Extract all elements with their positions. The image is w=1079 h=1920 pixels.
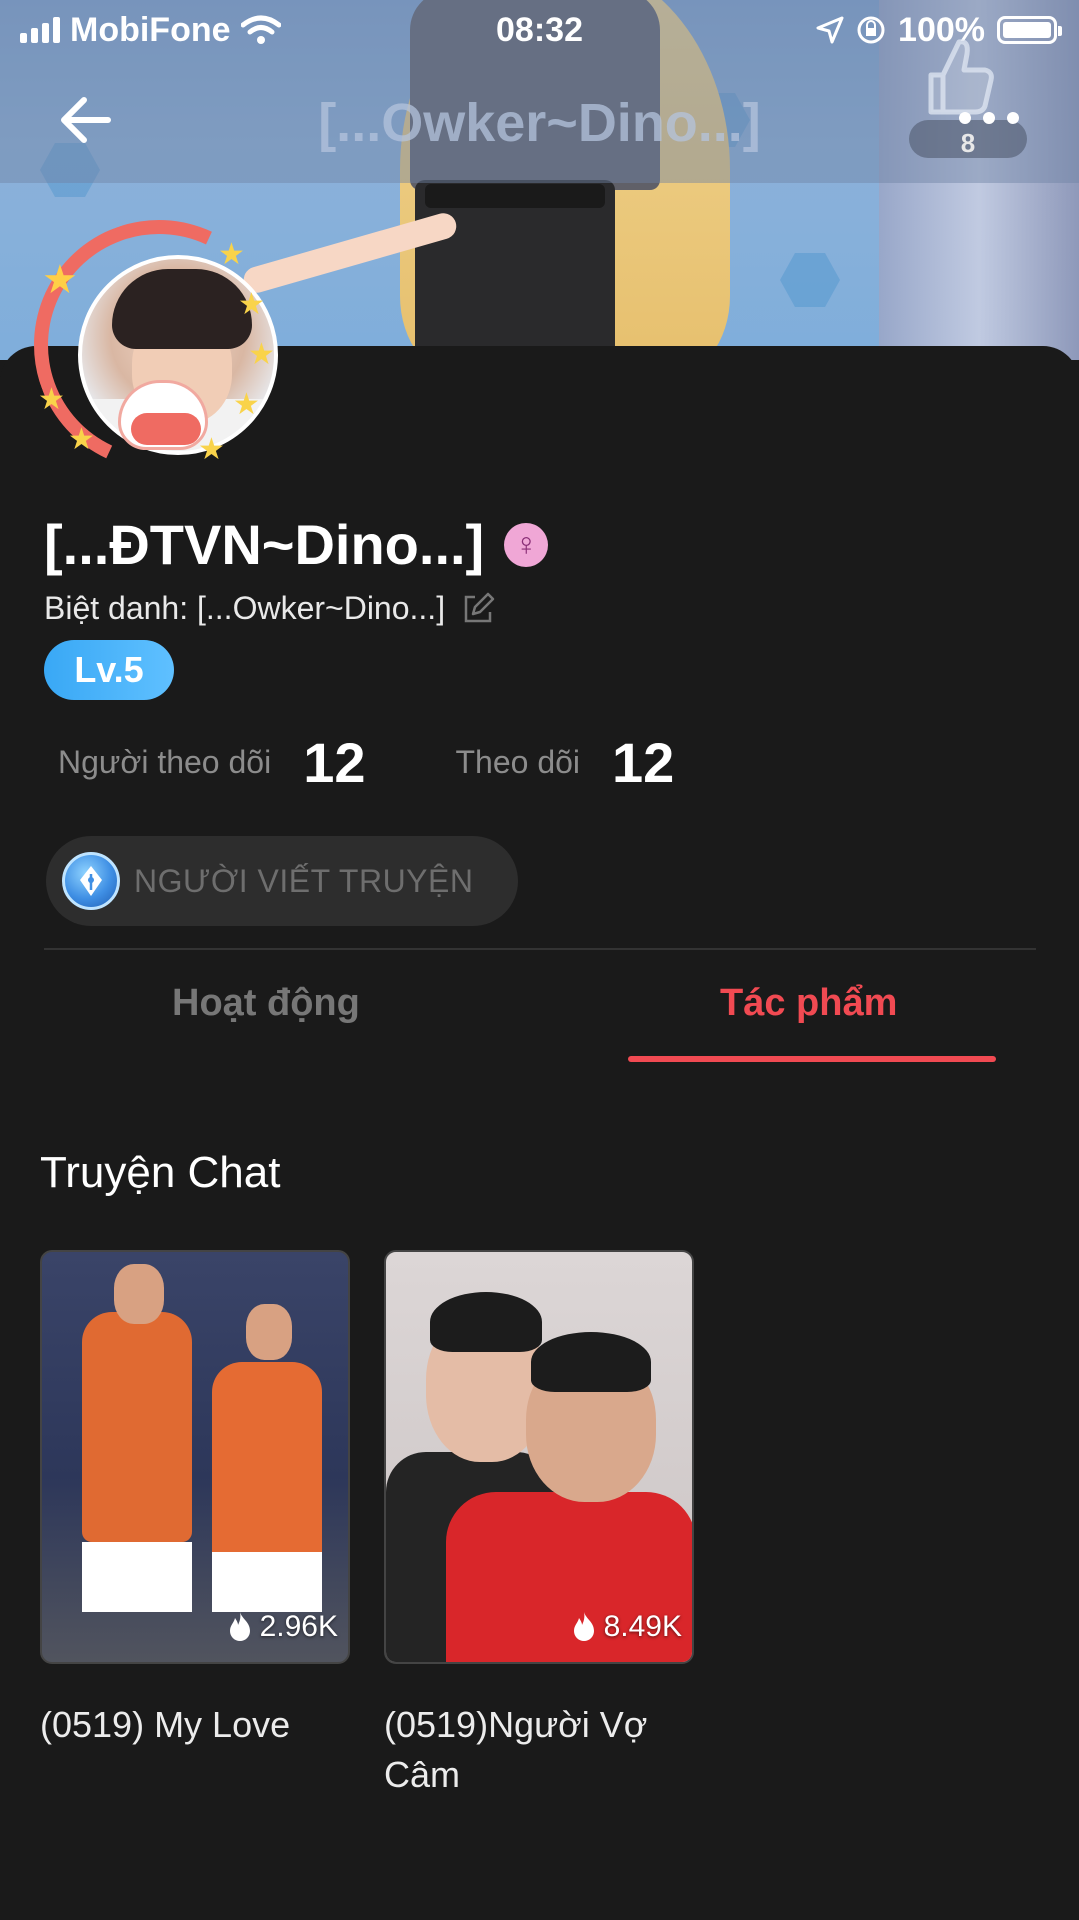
level-badge: Lv.5	[44, 640, 174, 700]
active-tab-indicator	[628, 1056, 996, 1062]
view-count-text: 8.49K	[603, 1610, 682, 1643]
star-icon: ★	[42, 258, 78, 302]
profile-tabs: Hoạt động Tác phẩm	[0, 950, 1079, 1065]
story-title: (0519) My Love	[40, 1704, 291, 1745]
writer-badge[interactable]: NGƯỜI VIẾT TRUYỆN	[46, 836, 518, 926]
profile-name: [...ĐTVN~Dino...] ♀	[44, 512, 549, 577]
profile-page: MobiFone 08:32 100% [...Owker~Dino...] 8…	[0, 0, 1079, 1920]
location-arrow-icon	[816, 16, 844, 44]
star-icon: ★	[218, 238, 245, 271]
signal-icon	[20, 17, 60, 43]
pen-nib-icon	[62, 852, 120, 910]
like-count-badge[interactable]: 8	[909, 120, 1027, 158]
following-stat[interactable]: Theo dõi 12	[455, 730, 674, 795]
star-icon: ★	[198, 433, 225, 466]
view-count-text: 2.96K	[259, 1610, 338, 1643]
star-icon: ★	[238, 288, 265, 321]
female-symbol-icon: ♀	[504, 522, 549, 567]
like-count: 8	[960, 127, 976, 158]
star-icon: ★	[233, 388, 260, 421]
more-dots-icon[interactable]	[959, 112, 1019, 124]
fire-icon	[229, 1612, 250, 1641]
like-button[interactable]	[911, 30, 1011, 120]
nickname-row: Biệt danh: [...Owker~Dino...]	[44, 590, 495, 627]
story-title: (0519)Người Vợ Câm	[384, 1704, 648, 1795]
star-icon: ★	[248, 338, 275, 371]
tab-works[interactable]: Tác phẩm	[720, 982, 897, 1025]
profile-name-text: [...ĐTVN~Dino...]	[44, 513, 485, 576]
star-icon: ★	[38, 383, 65, 416]
edit-icon[interactable]	[461, 592, 495, 626]
story-card[interactable]: 8.49K (0519)Người Vợ Câm	[384, 1250, 694, 1800]
section-title: Truyện Chat	[40, 1148, 281, 1197]
thumbs-up-icon	[928, 39, 994, 115]
status-time: 08:32	[496, 10, 583, 49]
carrier-name: MobiFone	[70, 10, 231, 49]
tab-activity[interactable]: Hoạt động	[172, 982, 360, 1025]
story-cover-image: 2.96K	[40, 1250, 350, 1664]
bunny-sticker	[118, 380, 208, 450]
writer-badge-label: NGƯỜI VIẾT TRUYỆN	[134, 862, 474, 899]
star-icon: ★	[68, 423, 95, 456]
view-count: 2.96K	[226, 1610, 338, 1644]
story-cover-image: 8.49K	[384, 1250, 694, 1664]
story-list: 2.96K (0519) My Love 8.49K (0519)Người V…	[40, 1250, 694, 1800]
view-count: 8.49K	[570, 1610, 682, 1644]
fire-icon	[573, 1612, 594, 1641]
avatar-container[interactable]: ★ ★ ★ ★ ★ ★ ★ ★	[0, 184, 320, 506]
following-count: 12	[612, 731, 675, 794]
following-label: Theo dõi	[455, 744, 581, 780]
nickname-text: Biệt danh: [...Owker~Dino...]	[44, 590, 446, 626]
followers-count: 12	[303, 731, 366, 794]
follow-stats: Người theo dõi 12 Theo dõi 12	[58, 730, 674, 795]
story-card[interactable]: 2.96K (0519) My Love	[40, 1250, 350, 1800]
followers-label: Người theo dõi	[58, 744, 272, 780]
rotation-lock-icon	[857, 16, 885, 44]
wifi-icon	[240, 15, 281, 44]
followers-stat[interactable]: Người theo dõi 12	[58, 730, 365, 795]
